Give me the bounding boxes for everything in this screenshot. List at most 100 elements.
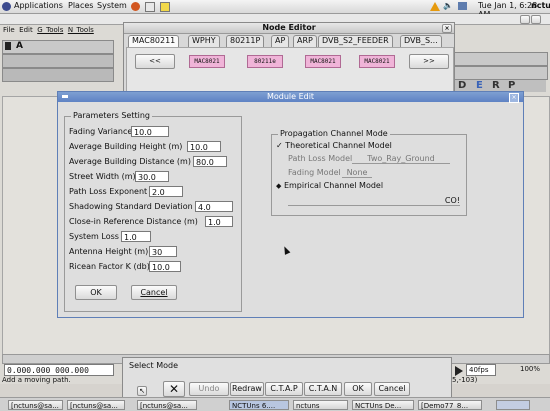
window-menu-icon[interactable] [62, 95, 68, 98]
close-in-ref-distance-field[interactable]: 1.0 [205, 216, 233, 227]
ctap-button[interactable]: C.T.A.P [265, 382, 303, 396]
module-edit-dialog: Module Edit × Parameters Setting Fading … [57, 91, 524, 318]
menu-applications[interactable]: Applications [14, 1, 63, 10]
tab-wphy[interactable]: WPHY [188, 35, 220, 47]
d-mode-icon[interactable]: D [458, 80, 466, 91]
right-tool-row-2[interactable] [452, 66, 548, 80]
param-label: Antenna Height (m) [69, 247, 149, 256]
param-row: Path Loss Exponent 2.0 [69, 185, 239, 200]
menu-system[interactable]: System [97, 1, 127, 10]
empirical-label: Empirical Channel Model [283, 181, 384, 190]
menu-places[interactable]: Places [68, 1, 93, 10]
cancel-button[interactable]: Cancel [374, 382, 410, 396]
prev-button[interactable]: << [135, 54, 175, 69]
tab-ap[interactable]: AP [271, 35, 290, 47]
firefox-icon[interactable] [131, 2, 140, 11]
mouse-cursor-icon [281, 245, 291, 255]
close-icon[interactable]: × [509, 93, 519, 103]
play-icon[interactable] [455, 366, 463, 376]
ricean-factor-field[interactable]: 10.0 [149, 261, 181, 272]
tab-dvb-s2-feeder[interactable]: DVB_S2_FEEDER [318, 35, 393, 47]
text-tool-icon[interactable]: A [16, 41, 23, 51]
workspace-switcher[interactable] [496, 400, 530, 410]
parameters-legend: Parameters Setting [71, 111, 152, 120]
delete-icon[interactable]: ✕ [163, 381, 185, 397]
menu-g-tools[interactable]: G_Tools [37, 26, 63, 34]
taskbar-item[interactable]: [nctuns@sa... [137, 400, 197, 410]
cancel-button[interactable]: Cancel [131, 285, 177, 300]
street-width-field[interactable]: 30.0 [135, 171, 169, 182]
tab-80211p[interactable]: 80211P [226, 35, 265, 47]
taskbar-item[interactable]: NCTUns De... [352, 400, 414, 410]
avg-building-distance-field[interactable]: 80.0 [193, 156, 227, 167]
path-loss-select[interactable]: Two_Ray_Ground [352, 154, 450, 164]
maximize-button[interactable] [531, 15, 541, 24]
theoretical-option[interactable]: ✓ Theoretical Channel Model [276, 141, 392, 150]
fading-select[interactable]: None [342, 168, 372, 178]
param-label: System Loss [69, 232, 119, 241]
menu-edit[interactable]: Edit [19, 26, 33, 34]
status-text: Add a moving path. [2, 376, 71, 384]
shadowing-std-dev-field[interactable]: 4.0 [195, 201, 233, 212]
tool-row-3[interactable] [2, 68, 114, 82]
menu-n-tools[interactable]: N_Tools [68, 26, 94, 34]
taskbar-item[interactable]: nctuns [293, 400, 348, 410]
param-list: Fading Variance 10.0 Average Building He… [69, 125, 239, 275]
close-icon[interactable]: × [442, 24, 452, 33]
param-label: Average Building Distance (m) [69, 157, 191, 166]
network-icon[interactable] [458, 2, 467, 10]
system-loss-field[interactable]: 1.0 [121, 231, 151, 242]
right-tool-row-1[interactable] [452, 52, 548, 66]
undo-button[interactable]: Undo [189, 382, 229, 396]
module-block[interactable]: MAC8021 [359, 55, 395, 68]
ctan-button[interactable]: C.T.A.N [304, 382, 342, 396]
mail-icon[interactable] [145, 2, 155, 12]
param-row: System Loss 1.0 [69, 230, 239, 245]
tab-dvb-s[interactable]: DVB_S... [400, 35, 442, 47]
time-display: 0.000.000 000.000 [4, 364, 114, 376]
taskbar-item[interactable]: [Demo77_8... [418, 400, 482, 410]
tool-row-2[interactable] [2, 54, 114, 68]
param-label: Close-in Reference Distance (m) [69, 217, 198, 226]
taskbar-item-active[interactable]: NCTUns 6.... [229, 400, 289, 410]
path-loss-exponent-field[interactable]: 2.0 [149, 186, 183, 197]
ok-button[interactable]: OK [75, 285, 117, 300]
param-row: Street Width (m) 30.0 [69, 170, 239, 185]
next-button[interactable]: >> [409, 54, 449, 69]
pointer-tool-icon[interactable]: ↖ [137, 386, 147, 396]
warning-icon[interactable] [430, 2, 440, 11]
volume-icon[interactable]: 🔈 [443, 1, 453, 10]
minimize-button[interactable] [520, 15, 530, 24]
taskbar-item[interactable]: [nctuns@sa... [8, 400, 63, 410]
antenna-height-field[interactable]: 30 [149, 246, 177, 257]
taskbar-item[interactable]: [nctuns@sa... [67, 400, 125, 410]
radio-icon: ◆ [276, 182, 282, 190]
param-label: Ricean Factor K (db) [69, 262, 150, 271]
module-strip: << MAC8021 80211e MAC8021 MAC8021 >> [126, 47, 454, 95]
check-icon: ✓ [276, 141, 283, 150]
pointer-icon[interactable] [5, 42, 11, 50]
param-row: Close-in Reference Distance (m) 1.0 [69, 215, 239, 230]
e-mode-icon[interactable]: E [476, 80, 483, 91]
module-block[interactable]: MAC8021 [189, 55, 225, 68]
empirical-option[interactable]: ◆ Empirical Channel Model [276, 181, 383, 190]
p-mode-icon[interactable]: P [508, 80, 515, 91]
redraw-button[interactable]: Redraw [230, 382, 264, 396]
user-name[interactable]: nctu [531, 1, 550, 10]
avg-building-height-field[interactable]: 10.0 [187, 141, 221, 152]
note-icon[interactable] [160, 2, 170, 12]
module-block[interactable]: MAC8021 [305, 55, 341, 68]
param-row: Average Building Distance (m) 80.0 [69, 155, 239, 170]
ok-button[interactable]: OK [344, 382, 372, 396]
tab-arp[interactable]: ARP [293, 35, 317, 47]
empirical-select[interactable]: CO! [288, 196, 460, 206]
param-label: Average Building Height (m) [69, 142, 183, 151]
module-edit-titlebar: Module Edit × [58, 92, 523, 103]
r-mode-icon[interactable]: R [492, 80, 500, 91]
speed-field[interactable]: 40fps [466, 364, 496, 376]
tab-mac80211[interactable]: MAC80211 [128, 35, 180, 47]
fading-variance-field[interactable]: 10.0 [131, 126, 169, 137]
left-toolbar: A [2, 40, 114, 96]
module-block[interactable]: 80211e [247, 55, 283, 68]
menu-file[interactable]: File [3, 26, 15, 34]
